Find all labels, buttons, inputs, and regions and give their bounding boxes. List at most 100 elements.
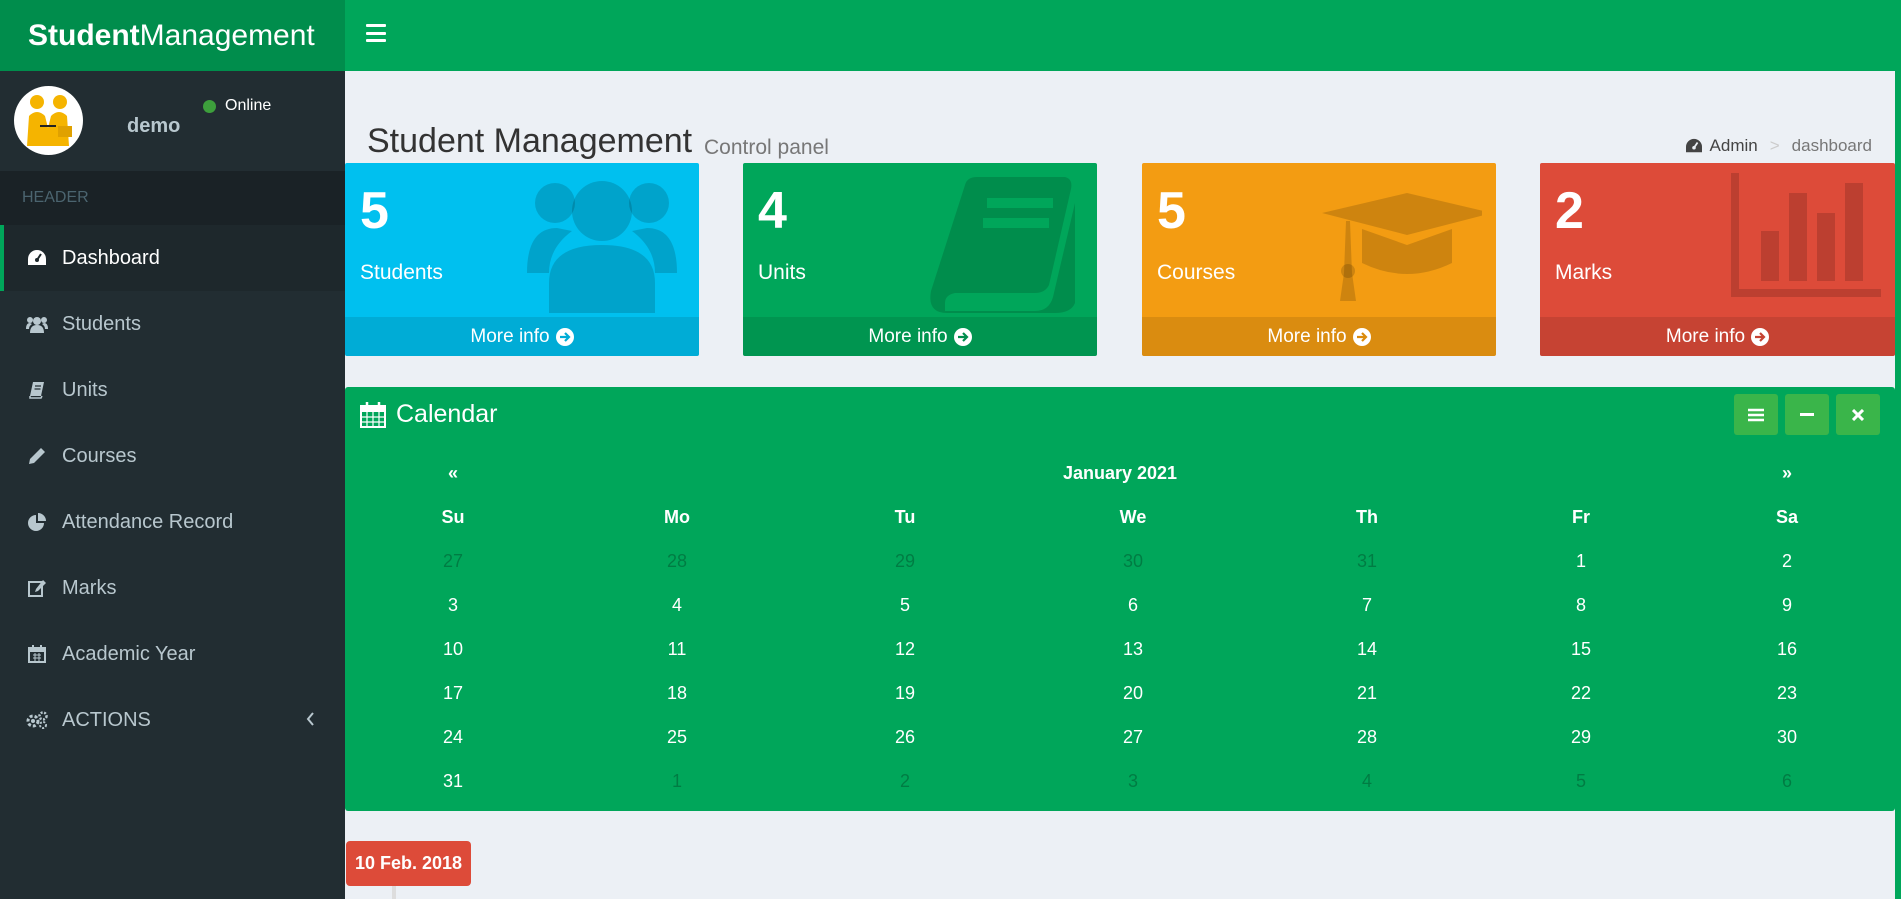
calendar-day[interactable]: 17 [443, 671, 463, 715]
calendar-day[interactable]: 24 [443, 715, 463, 759]
sidebar-item-dashboard[interactable]: Dashboard [0, 225, 345, 291]
calendar-day[interactable]: 20 [1123, 671, 1143, 715]
arrow-circle-right-icon [555, 327, 574, 346]
calendar-prev-button[interactable]: « [448, 451, 458, 495]
calendar-day[interactable]: 13 [1123, 627, 1143, 671]
calendar-collapse-button[interactable] [1785, 394, 1829, 435]
calendar-day[interactable]: 15 [1571, 627, 1591, 671]
logo-rest-text: Management [139, 18, 315, 52]
calendar-day[interactable]: 21 [1357, 671, 1377, 715]
chevron-left-icon [306, 709, 315, 732]
units-stat-box: 4 Units More info [743, 163, 1097, 356]
calendar-day[interactable]: 9 [1782, 583, 1792, 627]
marks-stat-box: 2 Marks More info [1540, 163, 1895, 356]
user-status: Online [203, 97, 271, 115]
breadcrumb-root-link[interactable]: Admin [1710, 136, 1758, 156]
calendar-day[interactable]: 29 [1571, 715, 1591, 759]
calendar-day[interactable]: 11 [668, 627, 687, 671]
stat-number: 5 [1157, 182, 1186, 240]
calendar-day-other-month[interactable]: 4 [1362, 759, 1372, 803]
sidebar-item-units[interactable]: Units [0, 357, 345, 423]
calendar-day[interactable]: 18 [667, 671, 687, 715]
timeline-line [392, 886, 396, 899]
calendar-day-other-month[interactable]: 1 [672, 759, 682, 803]
more-info-label: More info [470, 325, 550, 347]
calendar-day[interactable]: 3 [448, 583, 458, 627]
dashboard-icon [26, 247, 48, 269]
sidebar-item-marks[interactable]: Marks [0, 555, 345, 621]
calendar-day[interactable]: 4 [672, 583, 682, 627]
bars-icon [1748, 408, 1764, 421]
calendar-day[interactable]: 8 [1576, 583, 1586, 627]
calendar-day[interactable]: 23 [1777, 671, 1797, 715]
more-info-link[interactable]: More info [1142, 317, 1496, 356]
calendar-weekday: Su [441, 507, 465, 527]
calendar-day[interactable]: 5 [900, 583, 910, 627]
sidebar-item-label: Attendance Record [62, 510, 234, 533]
calendar-next-button[interactable]: » [1782, 451, 1792, 495]
calendar-day[interactable]: 26 [895, 715, 915, 759]
calendar-day-other-month[interactable]: 6 [1782, 759, 1792, 803]
breadcrumb-current: dashboard [1791, 136, 1872, 155]
calendar-weekday: Tu [894, 507, 916, 527]
calendar-menu-button[interactable] [1734, 394, 1778, 435]
more-info-link[interactable]: More info [345, 317, 699, 356]
calendar-widget: Calendar « January 2021 » Su Mo Tu We Th Fr Sa… [345, 387, 1895, 811]
calendar-day[interactable]: 6 [1128, 583, 1138, 627]
more-info-label: More info [868, 325, 948, 347]
stat-label: Marks [1555, 261, 1613, 284]
avatar-image [14, 86, 83, 155]
sidebar-item-courses[interactable]: Courses [0, 423, 345, 489]
user-panel: demo [0, 71, 345, 171]
dashboard-icon [1685, 138, 1703, 154]
calendar-icon [26, 643, 48, 665]
calendar-day[interactable]: 1 [1576, 539, 1586, 583]
calendar-week-row: 17 18 19 20 21 22 23 [345, 671, 1895, 715]
app-logo[interactable]: Student Management [0, 0, 345, 71]
calendar-day-other-month[interactable]: 28 [667, 539, 687, 583]
calendar-day[interactable]: 12 [895, 627, 915, 671]
calendar-day[interactable]: 14 [1357, 627, 1377, 671]
calendar-day[interactable]: 28 [1357, 715, 1377, 759]
sidebar-toggle-icon[interactable] [366, 24, 386, 42]
more-info-link[interactable]: More info [1540, 317, 1895, 356]
calendar-close-button[interactable] [1836, 394, 1880, 435]
sidebar-item-attendance-record[interactable]: Attendance Record [0, 489, 345, 555]
calendar-day[interactable]: 16 [1777, 627, 1797, 671]
calendar-day[interactable]: 31 [443, 759, 463, 803]
calendar-day-other-month[interactable]: 5 [1576, 759, 1586, 803]
pie-chart-icon [26, 511, 48, 533]
logo-bold-text: Student [28, 18, 140, 52]
top-navbar [345, 0, 1901, 71]
sidebar-item-actions[interactable]: ACTIONS [0, 687, 345, 753]
sidebar-item-label: ACTIONS [62, 708, 151, 731]
calendar-day-other-month[interactable]: 3 [1128, 759, 1138, 803]
sidebar-item-students[interactable]: Students [0, 291, 345, 357]
calendar-day-other-month[interactable]: 31 [1357, 539, 1377, 583]
calendar-day[interactable]: 10 [443, 627, 463, 671]
calendar-grid: « January 2021 » Su Mo Tu We Th Fr Sa 27 28 29 30… [345, 451, 1895, 803]
calendar-day[interactable]: 30 [1777, 715, 1797, 759]
calendar-week-row: 31 1 2 3 4 5 6 [345, 759, 1895, 803]
calendar-month-label[interactable]: January 2021 [1063, 451, 1177, 495]
more-info-link[interactable]: More info [743, 317, 1097, 356]
calendar-day-other-month[interactable]: 2 [900, 759, 910, 803]
calendar-day-other-month[interactable]: 29 [895, 539, 915, 583]
stat-number: 2 [1555, 182, 1584, 240]
calendar-day[interactable]: 19 [895, 671, 915, 715]
sidebar-item-label: Students [62, 312, 141, 335]
calendar-day[interactable]: 2 [1782, 539, 1792, 583]
scrollbar[interactable] [1895, 0, 1901, 899]
calendar-day[interactable]: 22 [1571, 671, 1591, 715]
arrow-circle-right-icon [1352, 327, 1371, 346]
calendar-weekday: Mo [664, 507, 690, 527]
calendar-icon [360, 402, 386, 428]
calendar-day-other-month[interactable]: 30 [1123, 539, 1143, 583]
sidebar-item-academic-year[interactable]: Academic Year [0, 621, 345, 687]
calendar-day[interactable]: 7 [1362, 583, 1372, 627]
calendar-day-other-month[interactable]: 27 [443, 539, 463, 583]
calendar-week-row: 3 4 5 6 7 8 9 [345, 583, 1895, 627]
calendar-day[interactable]: 25 [667, 715, 687, 759]
arrow-circle-right-icon [953, 327, 972, 346]
calendar-day[interactable]: 27 [1123, 715, 1143, 759]
